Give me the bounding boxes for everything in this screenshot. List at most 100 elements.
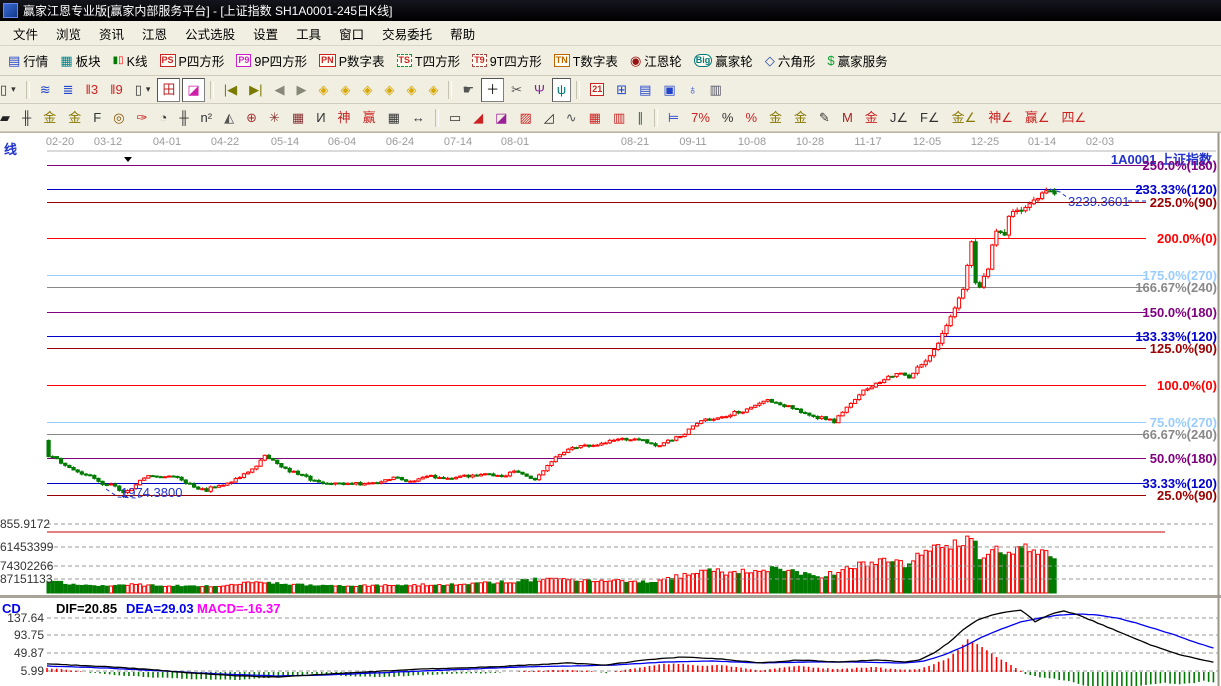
ying-tool-button[interactable]: 赢 [358, 106, 381, 130]
menu-item[interactable]: 浏览 [47, 21, 90, 46]
diamond-zoom-in-button[interactable]: ◈ [423, 78, 443, 102]
p-square-button[interactable]: PSP四方形 [155, 49, 230, 73]
fan-box-button[interactable]: ◪ [490, 106, 512, 130]
parallel-lines-button[interactable]: ∥ [632, 106, 649, 130]
si-angle-button[interactable]: 四∠ [1057, 106, 1092, 130]
f-angle-button[interactable]: F∠ [915, 106, 945, 130]
left-pane-tab[interactable]: 线 [4, 139, 17, 158]
time-clock-button[interactable]: ◔ [154, 106, 172, 130]
menu-item[interactable]: 资讯 [90, 21, 133, 46]
menu-item[interactable]: 工具 [287, 21, 330, 46]
grid-box-button[interactable]: ▦ [287, 106, 309, 130]
date-tick-label: 02-03 [1086, 136, 1114, 148]
gann-wheel-button[interactable]: ◉江恩轮 [625, 49, 687, 73]
spiral-button[interactable]: ◎ [108, 106, 129, 130]
menu-item[interactable]: 交易委托 [373, 21, 441, 46]
ink-pen-button[interactable]: ✑ [132, 106, 153, 130]
volume-profile-button[interactable]: ◪ [182, 78, 204, 102]
gann-tree-button[interactable]: Ψ [529, 78, 550, 102]
percent-button[interactable]: % [717, 106, 739, 130]
grid-123-button[interactable]: ▦ [383, 106, 405, 130]
n-square-button[interactable]: n² [196, 106, 218, 130]
winner-wheel-button[interactable]: Big赢家轮 [689, 49, 758, 73]
black-fan-button[interactable]: ◿ [539, 106, 559, 130]
toolbar-button-label: K线 [127, 51, 148, 70]
menu-item[interactable]: 江恩 [133, 21, 176, 46]
fan-lines-button[interactable]: ◢ [468, 106, 488, 130]
shen-angle-button[interactable]: 神∠ [983, 106, 1018, 130]
first-page-button[interactable]: |◀ [219, 78, 242, 102]
cycle-9-button[interactable]: ‖9 [105, 78, 128, 102]
i-marks-button[interactable]: И [311, 106, 330, 130]
mirror-angle-button[interactable]: ◭ [219, 106, 239, 130]
9t-square-button[interactable]: T99T四方形 [467, 49, 547, 73]
fan-grid-button[interactable]: ▨ [514, 106, 536, 130]
info-list-button[interactable]: ≣ [58, 78, 79, 102]
cycle-3-button[interactable]: ‖3 [81, 78, 104, 102]
menu-item[interactable]: 窗口 [330, 21, 373, 46]
gold-angle-button[interactable]: 金∠ [947, 106, 982, 130]
shen-tool-button[interactable]: 神 [333, 106, 356, 130]
gold-lines-button[interactable]: 金 [789, 106, 812, 130]
menu-item[interactable]: 设置 [244, 21, 287, 46]
volume-axis-label: 61453399 [0, 540, 44, 554]
next-page-button[interactable]: ▶ [291, 78, 311, 102]
crosshair-button[interactable]: ＋ [481, 78, 504, 102]
last-page-button[interactable]: ▶| [244, 78, 267, 102]
prev-page-button[interactable]: ◀ [269, 78, 289, 102]
percent-7-button[interactable]: 7% [686, 106, 715, 130]
wave-tool-button[interactable]: ψ [552, 78, 571, 102]
scissors-button[interactable]: ✂ [506, 78, 527, 102]
hand-tool-button[interactable]: ☛ [457, 78, 479, 102]
kline-button[interactable]: ▮▯K线 [108, 49, 153, 73]
save-button[interactable]: ▣ [658, 78, 680, 102]
menu-item[interactable]: 帮助 [441, 21, 484, 46]
ying-angle-button[interactable]: 赢∠ [1020, 106, 1055, 130]
percent-line-button[interactable]: % [740, 106, 762, 130]
gann-box-button[interactable]: 田 [157, 78, 180, 102]
red-grid-button[interactable]: ▦ [584, 106, 606, 130]
calculator-button[interactable]: ⊞ [611, 78, 632, 102]
9p-square-button[interactable]: P99P四方形 [231, 49, 312, 73]
tick-ruler-button[interactable]: ╫ [174, 106, 193, 130]
diamond-scroll-left-button[interactable]: ◈ [313, 78, 333, 102]
brush-tool-button[interactable]: ▰ [0, 106, 15, 130]
menu-item[interactable]: 公式选股 [176, 21, 244, 46]
network-button[interactable]: ♁ [683, 78, 703, 102]
quotes-button[interactable]: ▤行情 [3, 49, 53, 73]
diamond-expand-button[interactable]: ◈ [357, 78, 377, 102]
diamond-zoom-out-button[interactable]: ◈ [401, 78, 421, 102]
p-table-button[interactable]: PNP数字表 [314, 49, 389, 73]
frame-tool-button[interactable]: ▭ [444, 106, 466, 130]
gold-underline-button[interactable]: 金 [860, 106, 883, 130]
ruler-candle-button[interactable]: ⊨ [663, 106, 684, 130]
compass-button[interactable]: ⊕ [241, 106, 262, 130]
red-grid-2-button[interactable]: ▥ [608, 106, 630, 130]
f-ruler-button[interactable]: F [88, 106, 106, 130]
j-angle-button[interactable]: J∠ [885, 106, 913, 130]
f-angle-button-icon: F∠ [920, 111, 940, 124]
candle-style-button[interactable]: ▯▾ [0, 78, 21, 102]
hexagon-button[interactable]: ◇六角形 [760, 49, 821, 73]
calendar-button[interactable]: 21 [585, 78, 609, 102]
winner-service-button[interactable]: $赢家服务 [822, 49, 892, 73]
gold-ruler-button[interactable]: 金 [38, 106, 61, 130]
diamond-compress-button[interactable]: ◈ [379, 78, 399, 102]
zigzag-button[interactable]: ∿ [561, 106, 582, 130]
gold-ruler-2-button[interactable]: 金 [63, 106, 86, 130]
menu-item[interactable]: 文件 [4, 21, 47, 46]
notes-button[interactable]: ▤ [634, 78, 656, 102]
candle-pen-button[interactable]: ✎ [814, 106, 835, 130]
starburst-button[interactable]: ✳ [264, 106, 285, 130]
diamond-scroll-right-button[interactable]: ◈ [335, 78, 355, 102]
t-table-button[interactable]: TNT数字表 [549, 49, 623, 73]
t-square-button[interactable]: TST四方形 [392, 49, 466, 73]
m-wave-button[interactable]: M [837, 106, 858, 130]
gold-circle-button[interactable]: 金 [764, 106, 787, 130]
h-span-button[interactable]: ↔ [407, 106, 430, 130]
candle-period-button[interactable]: ▯▾ [130, 78, 156, 102]
sectors-button[interactable]: ▦板块 [55, 49, 105, 73]
print-button[interactable]: ▥ [704, 78, 726, 102]
gann-shapes-button[interactable]: ≋ [35, 78, 56, 102]
time-ruler-button[interactable]: ╫ [17, 106, 36, 130]
